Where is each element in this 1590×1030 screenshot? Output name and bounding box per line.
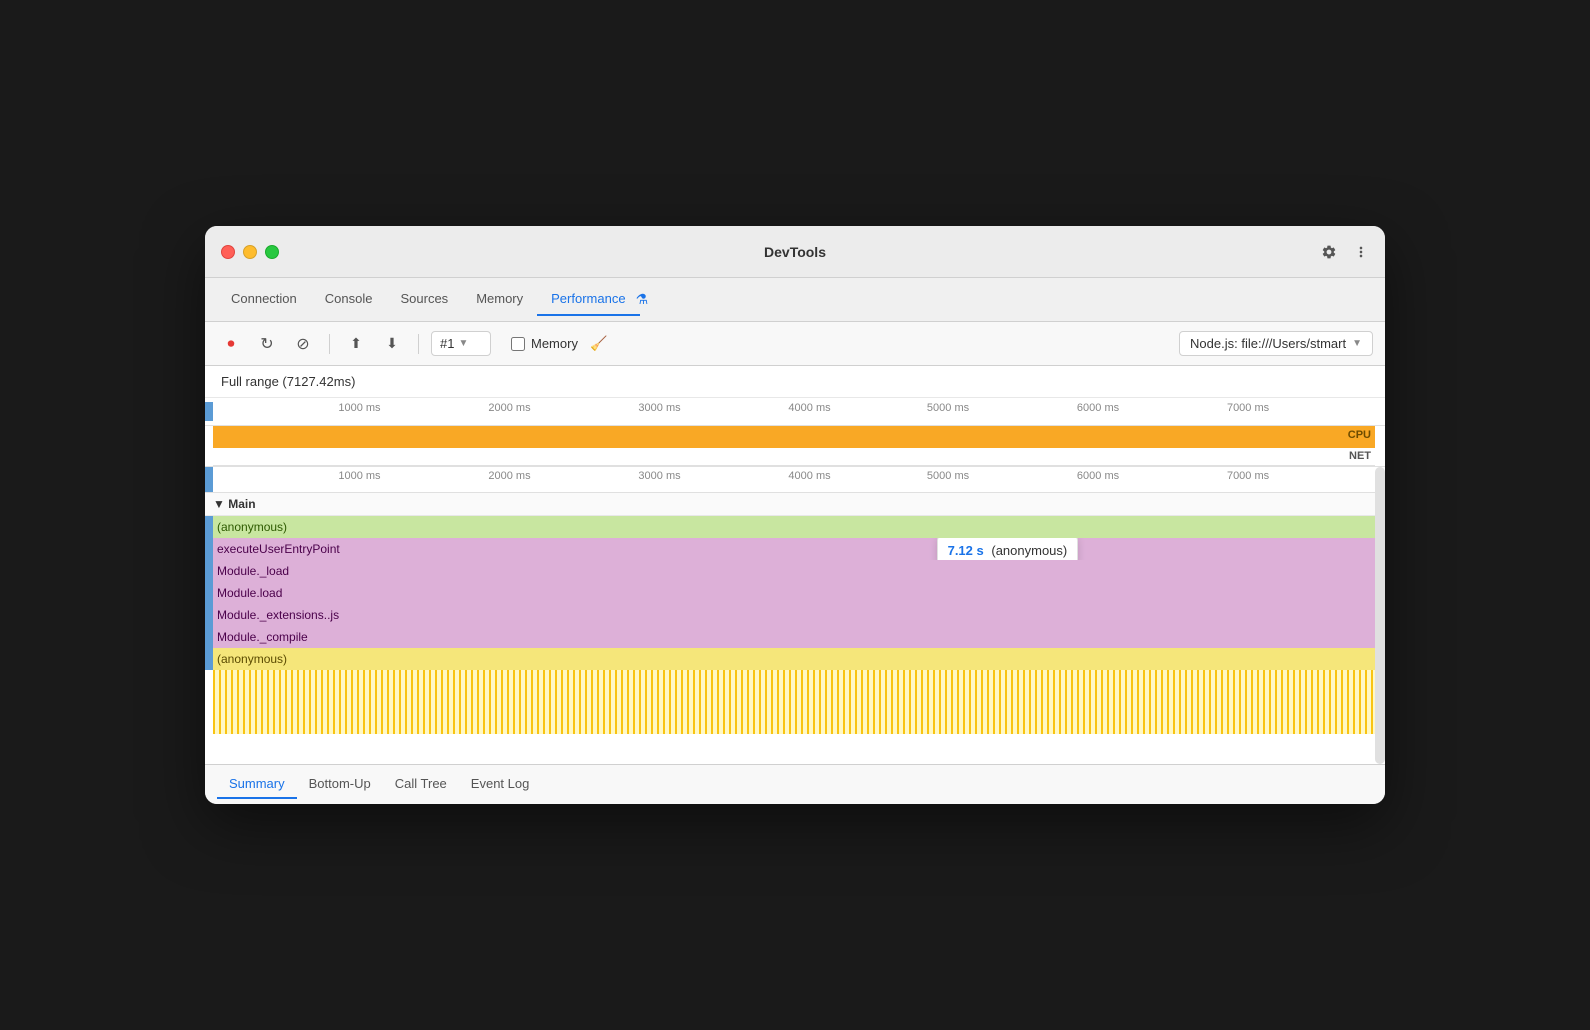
- full-range-label: Full range (7127.42ms): [205, 366, 1385, 398]
- net-label: NET: [1349, 450, 1371, 462]
- bottom-tab-summary[interactable]: Summary: [217, 770, 297, 799]
- time-ruler-inner-2: 1000 ms 2000 ms 3000 ms 4000 ms 5000 ms …: [221, 470, 1375, 490]
- tab-bar: Connection Console Sources Memory Perfor…: [205, 278, 1385, 322]
- cpu-bar: CPU: [213, 426, 1375, 448]
- tick2-5000: 5000 ms: [927, 470, 969, 482]
- tooltip-time: 7.12 s: [948, 543, 984, 558]
- maximize-button[interactable]: [265, 245, 279, 259]
- cpu-label: CPU: [1348, 429, 1371, 441]
- bottom-tab-eventlog[interactable]: Event Log: [459, 770, 542, 799]
- traffic-lights: [221, 245, 279, 259]
- tick-6000: 6000 ms: [1077, 402, 1119, 414]
- time-ruler-1: 1000 ms 2000 ms 3000 ms 4000 ms 5000 ms …: [205, 398, 1385, 426]
- clear-button[interactable]: ⊘: [289, 330, 317, 358]
- separator-2: [418, 334, 419, 354]
- node-selector[interactable]: Node.js: file:///Users/stmart ▼: [1179, 331, 1373, 356]
- toolbar: ⏺ ↻ ⊘ ⬆ ⬇ #1 ▼ Memory 🧹 Node.js: file://…: [205, 322, 1385, 366]
- vertical-scrollbar[interactable]: [1375, 467, 1385, 764]
- profile-selector[interactable]: #1 ▼: [431, 331, 491, 356]
- tooltip: 7.12 s (anonymous): [937, 538, 1079, 560]
- tab-sources[interactable]: Sources: [386, 283, 462, 316]
- flame-row-extensions[interactable]: Module._extensions..js: [205, 604, 1385, 626]
- flame-row-module-load[interactable]: Module._load: [205, 560, 1385, 582]
- tick2-4000: 4000 ms: [788, 470, 830, 482]
- memory-checkbox-label: Memory: [531, 336, 578, 351]
- reload-button[interactable]: ↻: [253, 330, 281, 358]
- bottom-tab-bar: Summary Bottom-Up Call Tree Event Log: [205, 764, 1385, 804]
- tab-memory[interactable]: Memory: [462, 283, 537, 316]
- tick2-1000: 1000 ms: [338, 470, 380, 482]
- dense-bars-1: [213, 670, 1375, 702]
- tick-4000: 4000 ms: [788, 402, 830, 414]
- net-bar: NET: [213, 448, 1375, 466]
- memory-checkbox-input[interactable]: [511, 337, 525, 351]
- tick2-2000: 2000 ms: [488, 470, 530, 482]
- tick-7000: 7000 ms: [1227, 402, 1269, 414]
- flame-row-execute[interactable]: executeUserEntryPoint 7.12 s (anonymous): [205, 538, 1385, 560]
- settings-icon[interactable]: [1321, 244, 1337, 260]
- memory-checkbox-container[interactable]: Memory 🧹: [511, 335, 607, 352]
- tab-console[interactable]: Console: [311, 283, 387, 316]
- tick-3000: 3000 ms: [638, 402, 680, 414]
- tab-connection[interactable]: Connection: [217, 283, 311, 316]
- minimize-button[interactable]: [243, 245, 257, 259]
- node-selector-label: Node.js: file:///Users/stmart: [1190, 336, 1346, 351]
- flame-row-anonymous-1[interactable]: (anonymous): [205, 516, 1385, 538]
- flame-label-module-load: Module._load: [213, 564, 289, 578]
- flame-label-anonymous-1: (anonymous): [213, 520, 287, 534]
- time-ruler-2: 1000 ms 2000 ms 3000 ms 4000 ms 5000 ms …: [205, 467, 1385, 493]
- time-ruler-inner-1: 1000 ms 2000 ms 3000 ms 4000 ms 5000 ms …: [221, 402, 1375, 422]
- flame-label-execute: executeUserEntryPoint: [213, 542, 340, 556]
- bottom-tab-calltree[interactable]: Call Tree: [383, 770, 459, 799]
- close-button[interactable]: [221, 245, 235, 259]
- timeline-overview: 1000 ms 2000 ms 3000 ms 4000 ms 5000 ms …: [205, 398, 1385, 466]
- devtools-window: DevTools Connection Console Sources Memo…: [205, 226, 1385, 804]
- more-icon[interactable]: [1353, 244, 1369, 260]
- dense-bars-inner-1: [213, 670, 1375, 702]
- flask-icon: ⚗: [636, 291, 649, 308]
- flame-row-anonymous-2[interactable]: (anonymous): [205, 648, 1385, 670]
- tooltip-label: (anonymous): [991, 543, 1067, 558]
- title-bar-actions: [1321, 244, 1369, 260]
- profile-dropdown-icon: ▼: [458, 338, 468, 349]
- flame-label-compile: Module._compile: [213, 630, 308, 644]
- record-button[interactable]: ⏺: [217, 330, 245, 358]
- bottom-tab-bottomup[interactable]: Bottom-Up: [297, 770, 383, 799]
- tick-5000: 5000 ms: [927, 402, 969, 414]
- flame-label-extensions: Module._extensions..js: [213, 608, 339, 622]
- flame-row-compile[interactable]: Module._compile: [205, 626, 1385, 648]
- tick-2000: 2000 ms: [488, 402, 530, 414]
- flame-label-module-load2: Module.load: [213, 586, 282, 600]
- clean-icon[interactable]: 🧹: [590, 335, 607, 352]
- title-bar: DevTools: [205, 226, 1385, 278]
- tick2-3000: 3000 ms: [638, 470, 680, 482]
- flame-row-module-load2[interactable]: Module.load: [205, 582, 1385, 604]
- download-button[interactable]: ⬇: [378, 330, 406, 358]
- dense-bars-inner-2: [213, 702, 1375, 734]
- flame-chart-section: 1000 ms 2000 ms 3000 ms 4000 ms 5000 ms …: [205, 466, 1385, 764]
- tick2-7000: 7000 ms: [1227, 470, 1269, 482]
- tick2-6000: 6000 ms: [1077, 470, 1119, 482]
- tab-performance[interactable]: Performance: [537, 283, 639, 316]
- profile-label: #1: [440, 336, 454, 351]
- tick-1000: 1000 ms: [338, 402, 380, 414]
- spacer-row: [205, 734, 1385, 764]
- upload-button[interactable]: ⬆: [342, 330, 370, 358]
- window-title: DevTools: [764, 244, 826, 260]
- node-selector-dropdown-icon: ▼: [1352, 338, 1362, 349]
- main-section-label: ▼ Main: [205, 493, 1385, 516]
- separator-1: [329, 334, 330, 354]
- flame-label-anonymous-2: (anonymous): [213, 652, 287, 666]
- dense-bars-2: [213, 702, 1375, 734]
